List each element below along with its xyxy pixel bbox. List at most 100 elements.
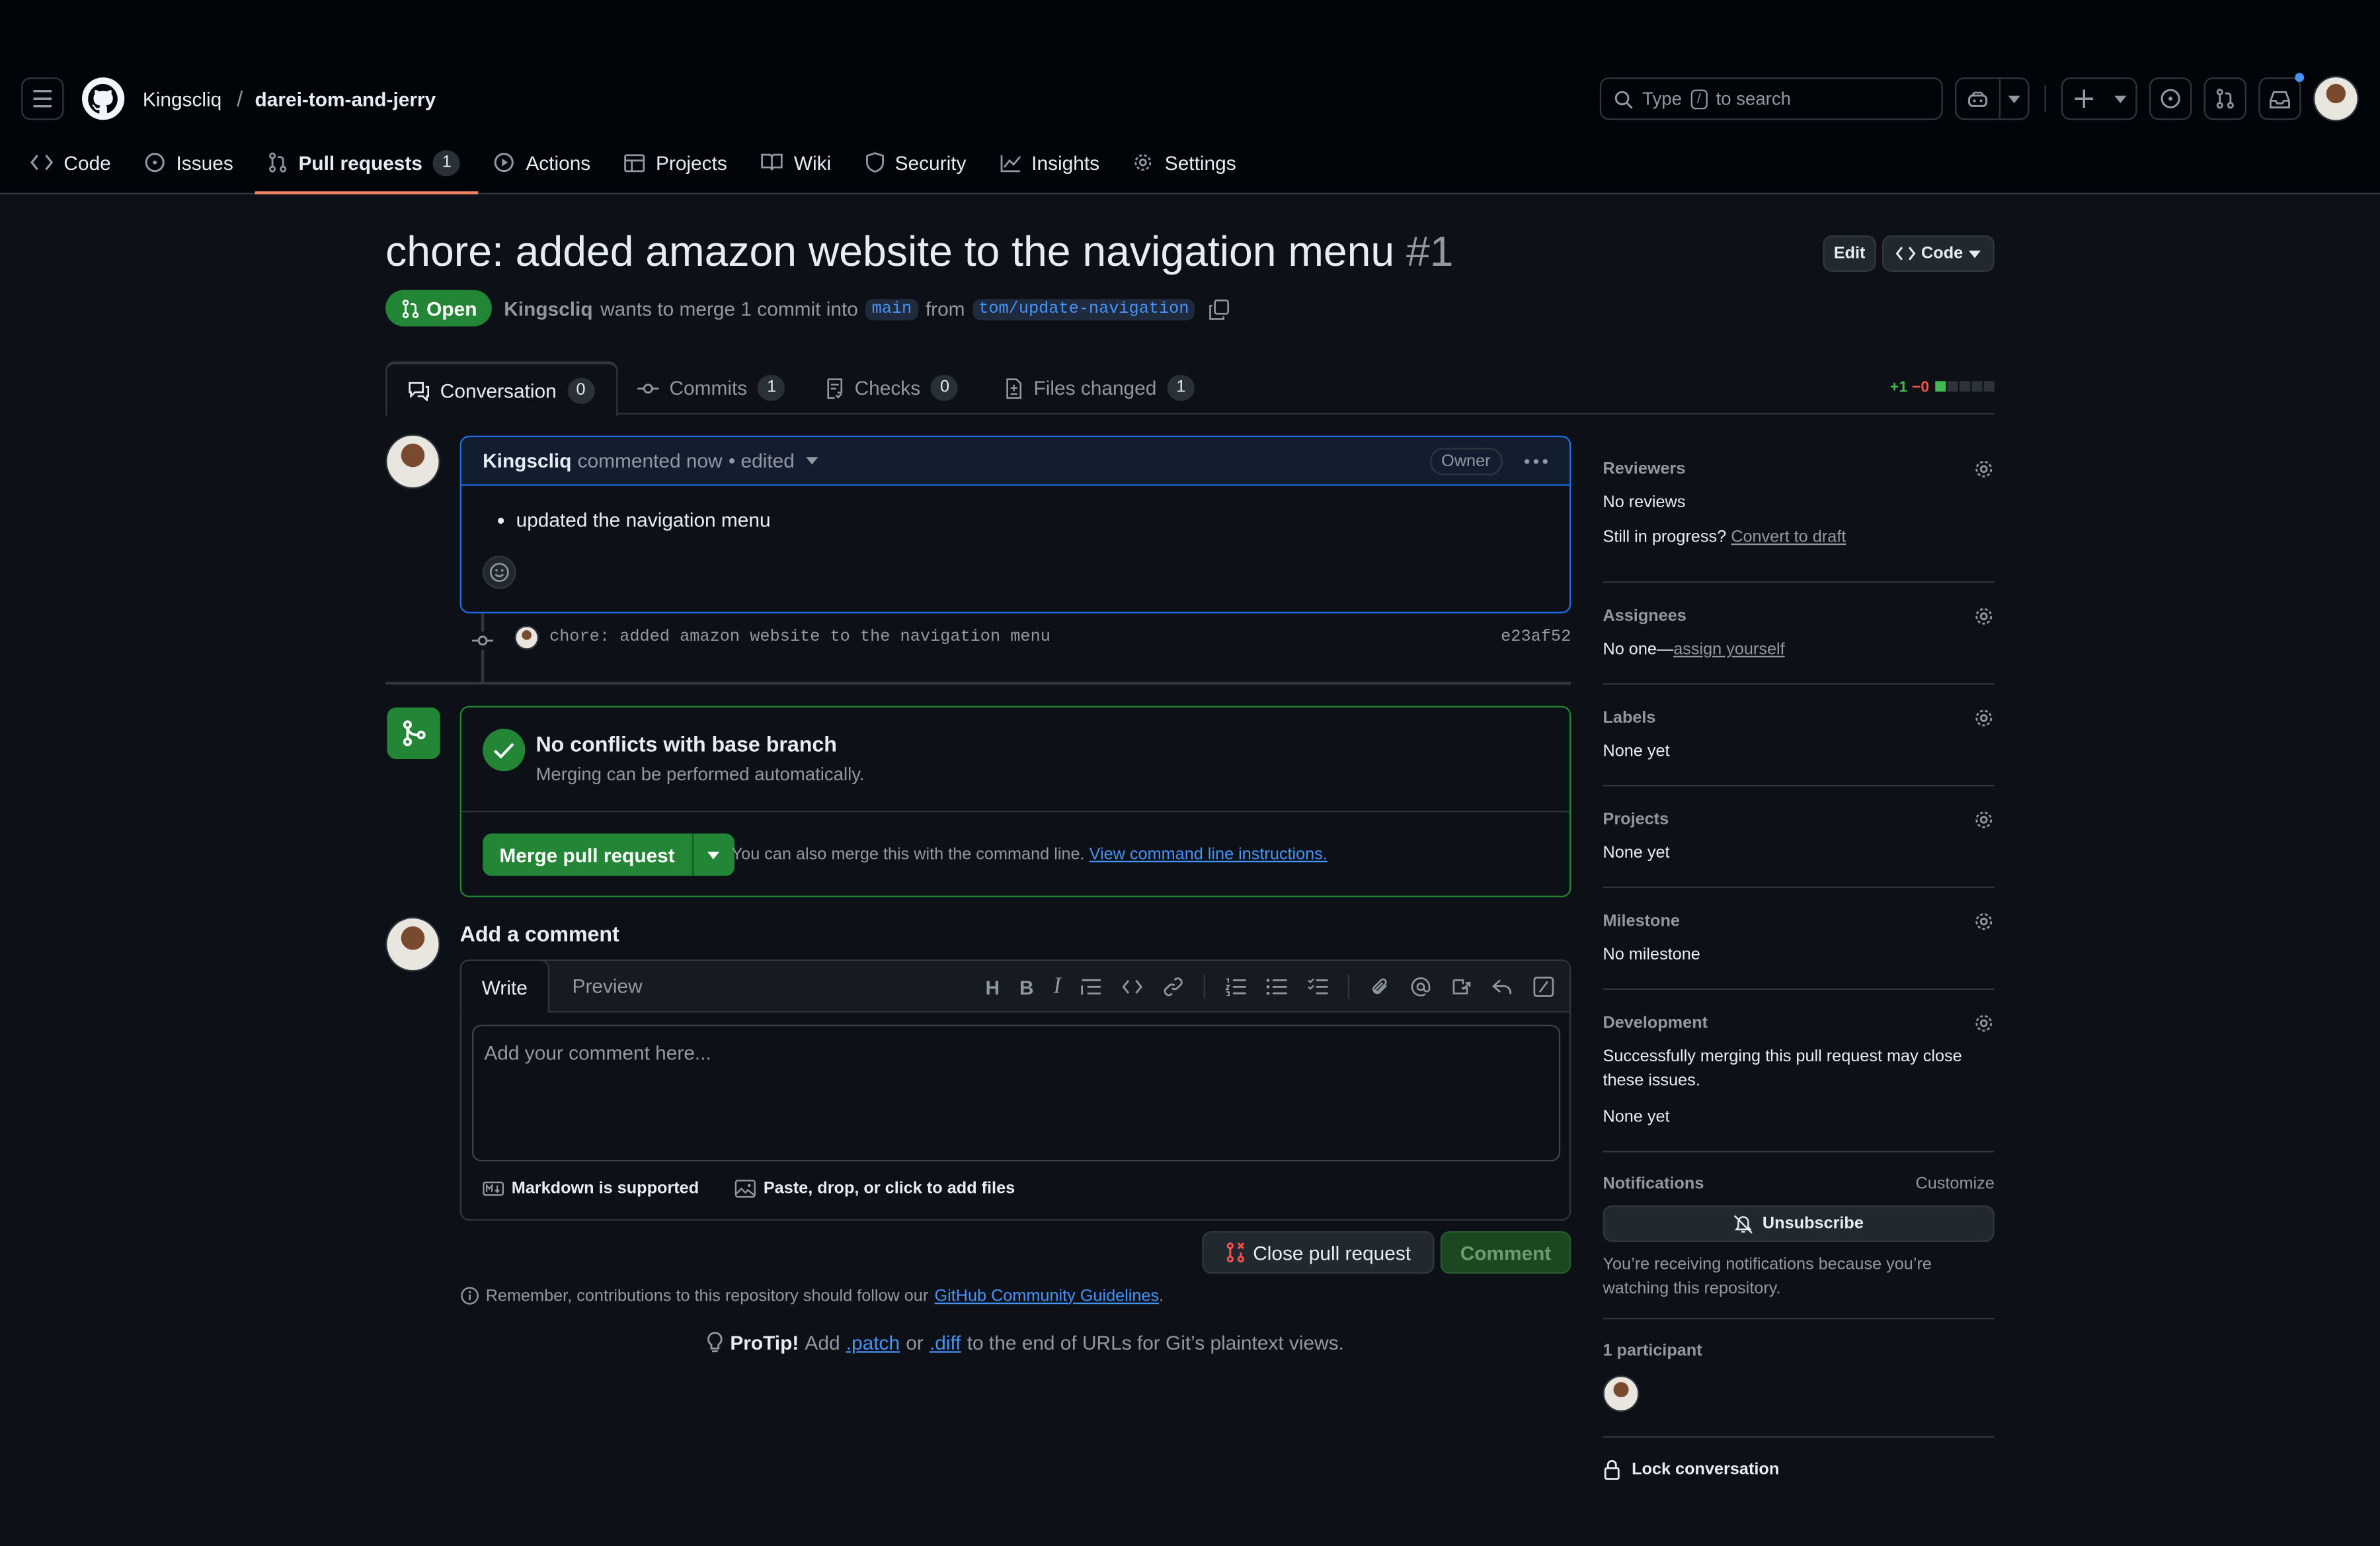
comment-author[interactable]: Kingscliq [483, 450, 571, 472]
tab-issues[interactable]: Issues [144, 145, 248, 179]
lock-conversation-button[interactable]: Lock conversation [1603, 1459, 1779, 1480]
slash-command-icon[interactable] [1533, 976, 1554, 997]
reviewers-heading[interactable]: Reviewers [1603, 460, 1685, 479]
current-user-avatar [385, 916, 440, 972]
markdown-supported-link[interactable]: Markdown is supported [483, 1180, 699, 1198]
gear-icon[interactable] [1973, 606, 1995, 627]
commit-sha[interactable]: e23af52 [1501, 629, 1571, 647]
chevron-down-icon [707, 850, 720, 859]
tab-files-changed[interactable]: Files changed 1 [1005, 361, 1195, 414]
tab-pull-requests[interactable]: Pull requests 1 [254, 145, 479, 194]
paperclip-icon[interactable] [1369, 976, 1390, 997]
base-branch[interactable]: main [865, 298, 918, 320]
breadcrumb-repo[interactable]: darei-tom-and-jerry [255, 87, 436, 110]
head-branch[interactable]: tom/update-navigation [972, 298, 1195, 320]
additions-count: +1 [1889, 379, 1908, 397]
assignees-heading[interactable]: Assignees [1603, 607, 1686, 626]
comment-text: updated the navigation menu [516, 509, 771, 532]
tab-projects[interactable]: Projects [624, 145, 742, 179]
shield-icon [865, 152, 884, 173]
gear-icon[interactable] [1973, 708, 1995, 729]
gear-icon[interactable] [1973, 809, 1995, 831]
commit-message[interactable]: chore: added amazon website to the navig… [549, 629, 1051, 647]
heading-icon[interactable]: H [986, 975, 1000, 998]
community-guidelines-link[interactable]: GitHub Community Guidelines [934, 1287, 1159, 1305]
comment-meta[interactable]: commented now [578, 450, 723, 472]
assign-yourself-link[interactable]: assign yourself [1673, 641, 1784, 659]
pull-requests-button[interactable] [2203, 77, 2246, 120]
chevron-down-icon[interactable] [2001, 79, 2028, 118]
code-button[interactable]: Code [1882, 235, 1995, 272]
menu-button[interactable] [21, 77, 64, 120]
user-avatar[interactable] [2313, 75, 2359, 122]
gear-icon[interactable] [1973, 911, 1995, 932]
reply-icon[interactable] [1492, 978, 1513, 997]
link-icon[interactable] [1163, 976, 1184, 997]
issue-icon [145, 153, 165, 173]
copy-icon[interactable] [1209, 298, 1230, 319]
comment-author-avatar[interactable] [385, 434, 440, 489]
merge-pull-request-button[interactable]: Merge pull request [483, 833, 692, 876]
breadcrumb-owner[interactable]: Kingscliq [143, 87, 221, 110]
milestone-heading[interactable]: Milestone [1603, 913, 1679, 931]
unordered-list-icon[interactable] [1266, 978, 1287, 997]
italic-icon[interactable]: I [1053, 974, 1060, 1000]
comment-button[interactable]: Comment [1440, 1231, 1571, 1274]
tab-insights[interactable]: Insights [1000, 145, 1115, 179]
mention-icon[interactable] [1410, 976, 1431, 997]
issues-button[interactable] [2149, 77, 2192, 120]
tab-code[interactable]: Code [30, 145, 126, 179]
labels-heading[interactable]: Labels [1603, 709, 1655, 727]
merge-status-icon [387, 707, 440, 759]
attach-files-button[interactable]: Paste, drop, or click to add files [734, 1180, 1015, 1198]
tab-preview[interactable]: Preview [573, 975, 643, 997]
comment-textarea[interactable]: Add your comment here... [472, 1024, 1561, 1162]
notifications-button[interactable] [2258, 73, 2305, 120]
ordered-list-icon[interactable] [1225, 978, 1246, 997]
markdown-toolbar: H B I [986, 961, 1554, 1012]
projects-heading[interactable]: Projects [1603, 811, 1669, 829]
tab-conversation[interactable]: Conversation 0 [385, 361, 617, 417]
gear-icon[interactable] [1973, 1012, 1995, 1034]
unsubscribe-button[interactable]: Unsubscribe [1603, 1205, 1995, 1242]
cross-reference-icon[interactable] [1451, 976, 1472, 997]
quote-icon[interactable] [1081, 978, 1102, 997]
edit-button[interactable]: Edit [1823, 235, 1876, 272]
create-new-button[interactable] [2061, 77, 2137, 120]
tab-wiki[interactable]: Wiki [760, 145, 846, 179]
development-heading[interactable]: Development [1603, 1014, 1708, 1033]
merge-method-dropdown[interactable] [693, 833, 734, 876]
github-logo[interactable] [81, 77, 125, 120]
markdown-label: Markdown is supported [511, 1179, 699, 1198]
tab-settings[interactable]: Settings [1133, 145, 1251, 179]
gear-icon[interactable] [1973, 458, 1995, 479]
task-list-icon[interactable] [1307, 978, 1328, 997]
commit-author-avatar[interactable] [514, 625, 539, 650]
copilot-button[interactable] [1955, 77, 2030, 120]
pull-requests-count: 1 [433, 149, 461, 176]
tab-checks[interactable]: Checks 0 [826, 361, 959, 414]
git-merge-icon [402, 720, 425, 747]
markdown-icon [483, 1181, 504, 1196]
close-pull-request-button[interactable]: Close pull request [1202, 1231, 1435, 1274]
diff-link[interactable]: .diff [930, 1332, 961, 1354]
tab-security[interactable]: Security [865, 145, 982, 179]
octocat-icon [88, 83, 118, 114]
command-line-instructions-link[interactable]: View command line instructions. [1090, 846, 1328, 864]
convert-to-draft-link[interactable]: Convert to draft [1731, 528, 1846, 547]
tab-actions[interactable]: Actions [494, 145, 606, 179]
code-icon[interactable] [1122, 979, 1143, 995]
patch-link[interactable]: .patch [846, 1332, 900, 1354]
search-input[interactable]: Type / to search [1599, 77, 1943, 120]
tab-write[interactable]: Write [459, 959, 550, 1013]
tab-commits[interactable]: Commits 1 [637, 361, 785, 414]
bold-icon[interactable]: B [1019, 975, 1034, 998]
kebab-horizontal-icon[interactable] [1524, 458, 1548, 464]
pr-author[interactable]: Kingscliq [504, 298, 592, 320]
add-reaction-button[interactable] [483, 555, 516, 589]
comment-edited[interactable]: • edited [729, 450, 795, 472]
participant-avatar[interactable] [1603, 1375, 1640, 1412]
light-bulb-icon [707, 1332, 723, 1353]
chevron-down-icon[interactable] [805, 457, 818, 465]
customize-link[interactable]: Customize [1915, 1175, 1994, 1194]
